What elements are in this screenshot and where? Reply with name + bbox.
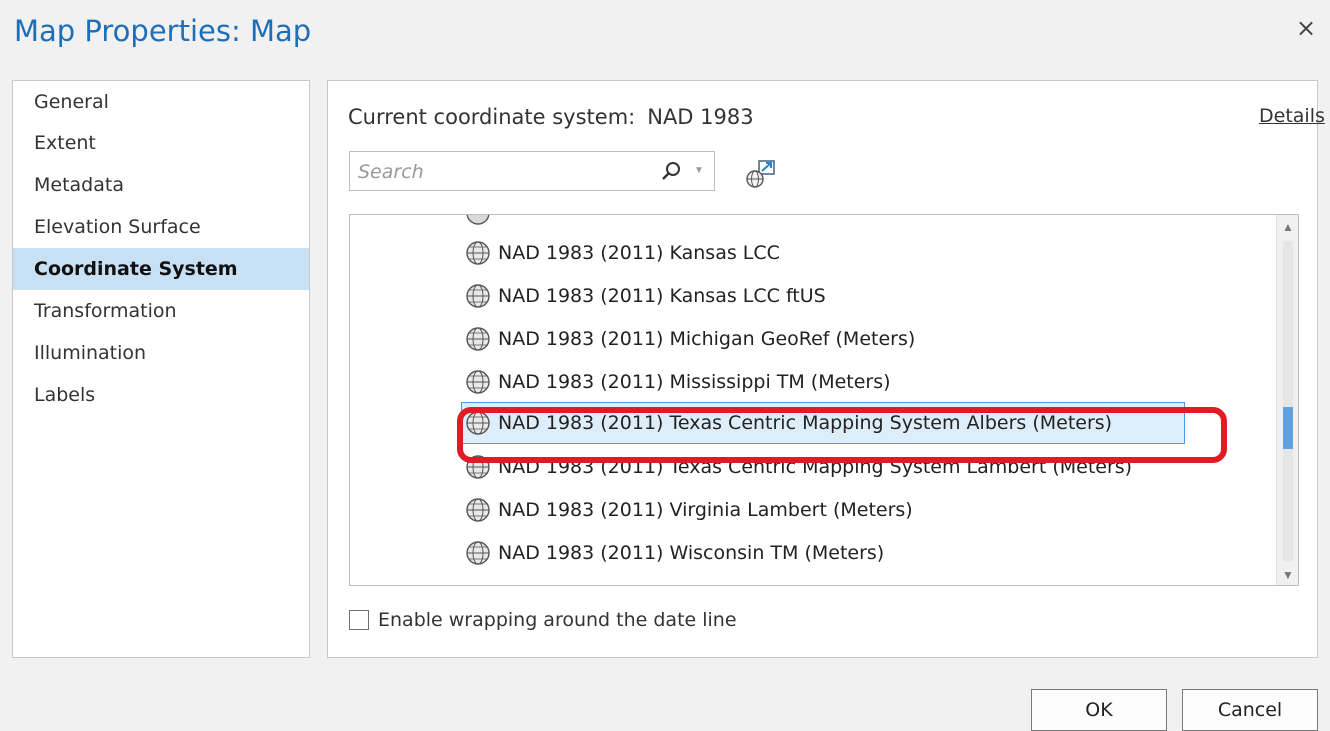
- list-item-label: NAD 1983 (2011) Kansas LCC ftUS: [498, 285, 826, 307]
- list-item-label: NAD 1983 (2011) Mississippi TM (Meters): [498, 371, 891, 393]
- list-item[interactable]: NAD 1983 (2011) Kansas LCC: [465, 232, 1185, 274]
- list-item-label: NAD 1983 (2011) Wisconsin TM (Meters): [498, 542, 885, 564]
- globe-icon: [466, 498, 490, 522]
- globe-icon: [466, 370, 490, 394]
- list-item-label: NAD 1983 (2011) Texas Centric Mapping Sy…: [498, 412, 1113, 434]
- ok-button[interactable]: OK: [1031, 689, 1167, 731]
- globe-icon: [466, 284, 490, 308]
- coordinate-system-panel: Current coordinate system: NAD 1983 Detai…: [327, 80, 1325, 658]
- list-item[interactable]: NAD 1983 (2011) Michigan GeoRef (Meters): [465, 318, 1185, 360]
- list-item-partial-top[interactable]: [465, 215, 1185, 234]
- list-item-label: NAD 1983 (2011) Virginia Lambert (Meters…: [498, 499, 913, 521]
- list-item[interactable]: NAD 1983 (2011) Kansas LCC ftUS: [465, 275, 1185, 317]
- globe-icon: [466, 327, 490, 351]
- nav-item-labels[interactable]: Labels: [13, 374, 309, 416]
- current-coordinate-system: Current coordinate system: NAD 1983: [348, 105, 754, 129]
- properties-nav: General Extent Metadata Elevation Surfac…: [12, 80, 310, 658]
- nav-item-metadata[interactable]: Metadata: [13, 164, 309, 206]
- wrap-dateline-option[interactable]: Enable wrapping around the date line: [349, 609, 737, 631]
- globe-icon: [466, 411, 490, 435]
- scroll-thumb[interactable]: [1283, 407, 1293, 449]
- search-input[interactable]: [356, 158, 650, 186]
- globe-icon: [466, 215, 490, 225]
- list-item-selected[interactable]: NAD 1983 (2011) Texas Centric Mapping Sy…: [461, 402, 1185, 444]
- search-box: ▼: [349, 151, 715, 191]
- list-item[interactable]: NAD 1983 (2011) Wisconsin TM (Meters): [465, 532, 1185, 574]
- scroll-up-icon[interactable]: ▲: [1281, 220, 1295, 234]
- globe-icon: [466, 455, 490, 479]
- wrap-dateline-checkbox[interactable]: [349, 610, 369, 630]
- scroll-track[interactable]: [1283, 241, 1293, 561]
- nav-item-illumination[interactable]: Illumination: [13, 332, 309, 374]
- add-web-coordinate-system-icon[interactable]: [744, 159, 778, 189]
- coordinate-system-list[interactable]: NAD 1983 (2011) Kansas LCC NAD 1983 (201…: [349, 214, 1299, 586]
- nav-item-elevation-surface[interactable]: Elevation Surface: [13, 206, 309, 248]
- nav-item-coordinate-system[interactable]: Coordinate System: [13, 248, 309, 290]
- current-coordinate-system-value: NAD 1983: [647, 105, 754, 129]
- list-item-label: NAD 1983 (2011) Kansas LCC: [498, 242, 780, 264]
- list-item-label: NAD 1983 (2011) Texas Centric Mapping Sy…: [498, 456, 1133, 478]
- chevron-down-icon[interactable]: ▼: [692, 164, 706, 178]
- details-link[interactable]: Details: [1259, 105, 1325, 127]
- list-item-label: NAD 1983 (2011) Michigan GeoRef (Meters): [498, 328, 916, 350]
- current-coordinate-system-label: Current coordinate system:: [348, 105, 636, 129]
- globe-icon: [466, 541, 490, 565]
- list-item[interactable]: NAD 1983 (2011) Texas Centric Mapping Sy…: [465, 446, 1185, 488]
- cancel-button[interactable]: Cancel: [1182, 689, 1318, 731]
- globe-icon: [466, 241, 490, 265]
- wrap-dateline-label[interactable]: Enable wrapping around the date line: [378, 609, 737, 631]
- dialog-title: Map Properties: Map: [14, 14, 312, 48]
- nav-item-transformation[interactable]: Transformation: [13, 290, 309, 332]
- list-item[interactable]: NAD 1983 (2011) Mississippi TM (Meters): [465, 361, 1185, 403]
- list-item[interactable]: NAD 1983 (2011) Virginia Lambert (Meters…: [465, 489, 1185, 531]
- scroll-down-icon[interactable]: ▼: [1281, 568, 1295, 582]
- search-icon[interactable]: [660, 161, 682, 183]
- nav-item-general[interactable]: General: [13, 82, 309, 122]
- close-icon[interactable]: ×: [1294, 16, 1318, 40]
- list-scrollbar[interactable]: ▲ ▼: [1276, 215, 1298, 585]
- nav-item-extent[interactable]: Extent: [13, 122, 309, 164]
